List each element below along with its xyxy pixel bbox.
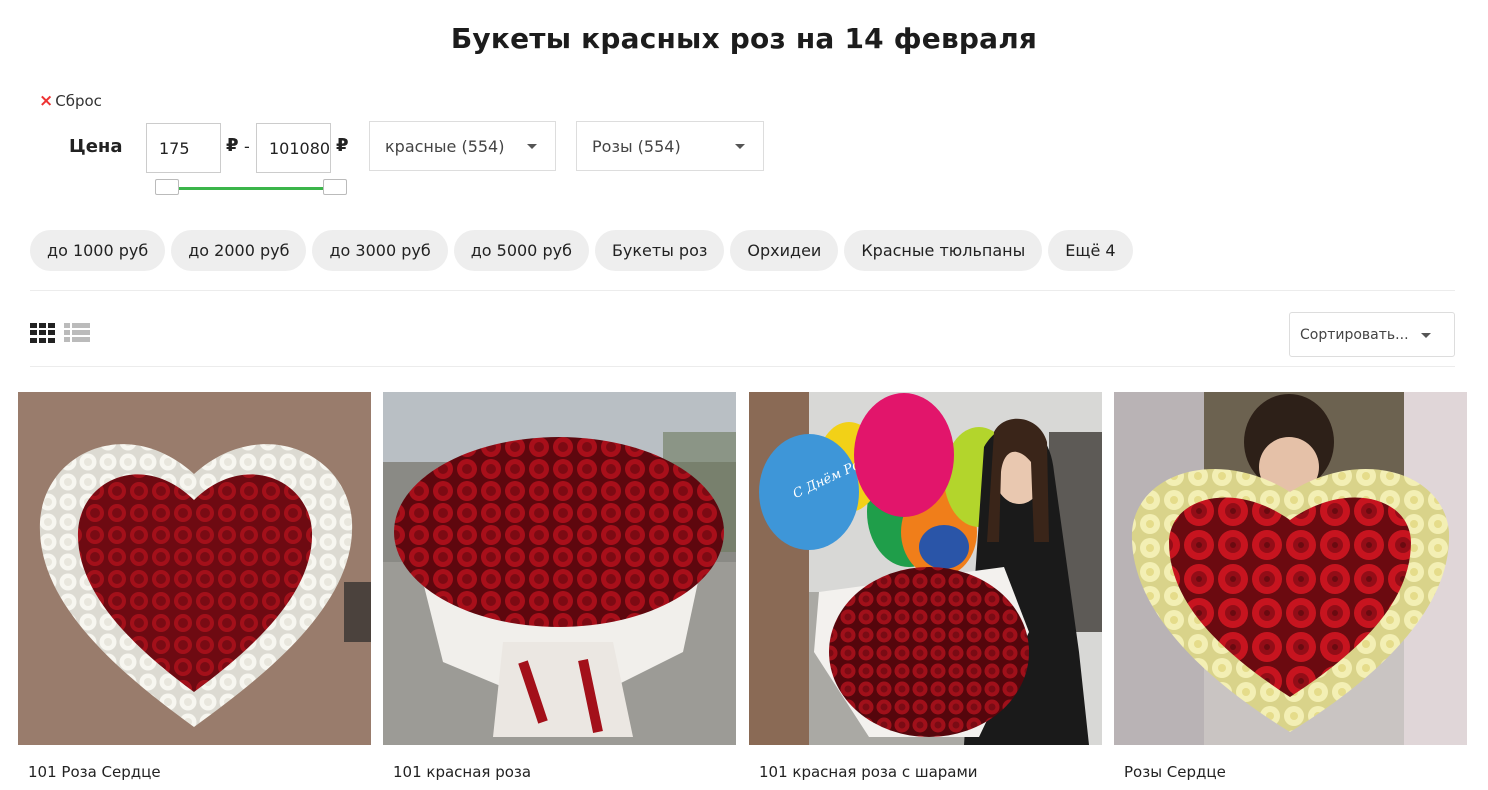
- price-from-input[interactable]: [146, 123, 221, 173]
- sort-select-value: Сортировать...: [1300, 326, 1409, 343]
- reset-filters-button[interactable]: × Сброс: [39, 92, 102, 110]
- page-title: Букеты красных роз на 14 февраля: [450, 22, 1038, 55]
- chevron-down-icon: [527, 144, 537, 149]
- chip-filter[interactable]: до 5000 руб: [453, 230, 589, 271]
- product-card[interactable]: С Днём Рождения 101 красная роза с шарам…: [749, 392, 1102, 781]
- flower-select[interactable]: Розы (554): [576, 121, 764, 171]
- quick-filter-chips: до 1000 руб до 2000 руб до 3000 руб до 5…: [30, 230, 1133, 271]
- chip-filter[interactable]: до 2000 руб: [171, 230, 307, 271]
- price-label: Цена: [69, 136, 123, 157]
- product-card[interactable]: 101 Роза Сердце: [18, 392, 371, 781]
- product-image[interactable]: [18, 392, 371, 745]
- chip-filter[interactable]: Красные тюльпаны: [844, 230, 1043, 271]
- catalog-page: Букеты красных роз на 14 февраля × Сброс…: [0, 0, 1488, 790]
- chip-more[interactable]: Ещё 4: [1048, 230, 1133, 271]
- divider: [30, 290, 1455, 291]
- color-select-value: красные (554): [385, 136, 505, 156]
- price-separator: -: [244, 137, 250, 156]
- currency-symbol: ₽: [226, 135, 239, 156]
- list-view-icon[interactable]: [64, 323, 90, 343]
- sort-select[interactable]: Сортировать...: [1289, 312, 1455, 357]
- price-slider-max-handle[interactable]: [323, 179, 347, 195]
- chip-filter[interactable]: Орхидеи: [730, 230, 839, 271]
- product-card[interactable]: Розы Сердце: [1114, 392, 1467, 781]
- divider: [30, 366, 1455, 367]
- chip-filter[interactable]: до 1000 руб: [30, 230, 166, 271]
- price-slider-min-handle[interactable]: [155, 179, 179, 195]
- price-slider-track: [166, 187, 336, 190]
- currency-symbol: ₽: [336, 135, 349, 156]
- chevron-down-icon: [1421, 333, 1431, 338]
- chip-filter[interactable]: Букеты роз: [594, 230, 725, 271]
- color-select[interactable]: красные (554): [369, 121, 556, 171]
- chevron-down-icon: [735, 144, 745, 149]
- product-name[interactable]: Розы Сердце: [1114, 763, 1467, 781]
- product-image[interactable]: [383, 392, 736, 745]
- product-card[interactable]: 101 красная роза: [383, 392, 736, 781]
- close-icon: ×: [39, 90, 54, 111]
- product-image[interactable]: [1114, 392, 1467, 745]
- price-to-input[interactable]: [256, 123, 331, 173]
- product-image[interactable]: С Днём Рождения: [749, 392, 1102, 745]
- chip-filter[interactable]: до 3000 руб: [312, 230, 448, 271]
- product-name[interactable]: 101 красная роза: [383, 763, 736, 781]
- product-name[interactable]: 101 красная роза с шарами: [749, 763, 1102, 781]
- reset-label: Сброс: [55, 92, 102, 110]
- flower-select-value: Розы (554): [592, 136, 681, 156]
- grid-view-icon[interactable]: [30, 323, 56, 343]
- product-name[interactable]: 101 Роза Сердце: [18, 763, 371, 781]
